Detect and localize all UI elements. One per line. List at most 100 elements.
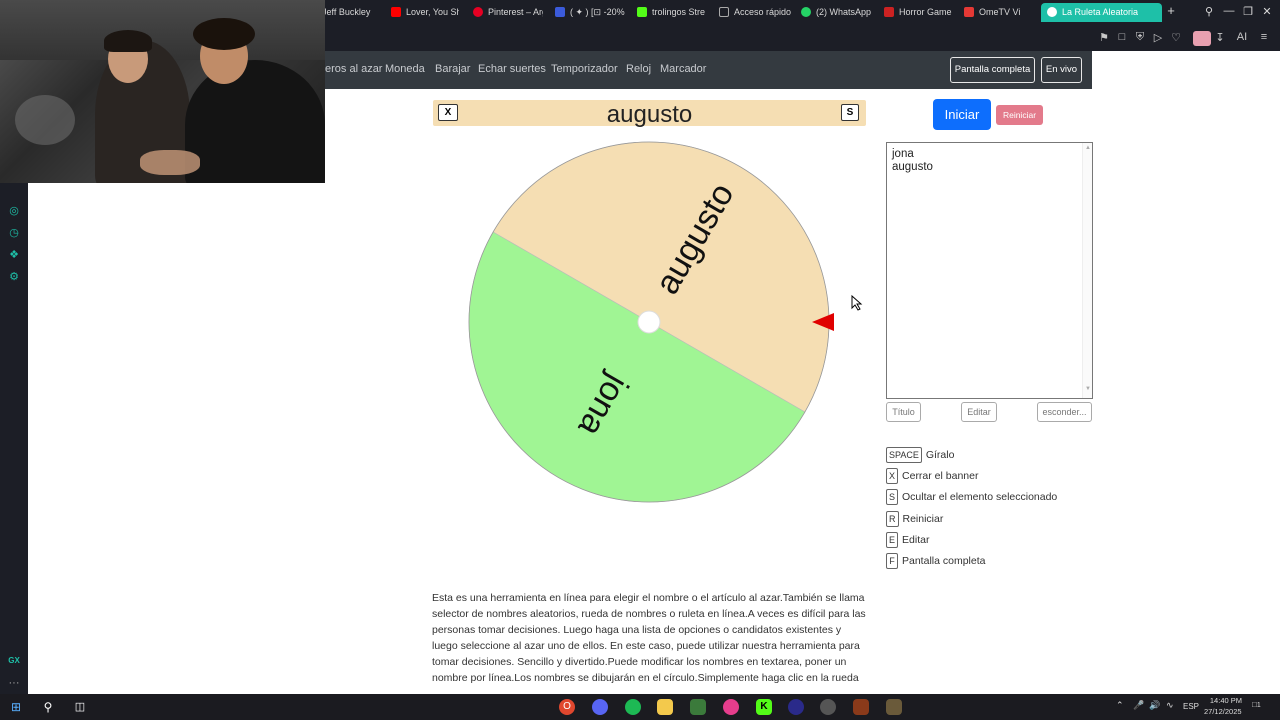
hide-selected-button[interactable]: S bbox=[841, 104, 859, 121]
tab-label: Lover, You Sh bbox=[406, 7, 459, 17]
winrar-icon[interactable] bbox=[853, 699, 869, 715]
scroll-down-icon[interactable]: ▼ bbox=[1085, 386, 1091, 392]
webcam-hands bbox=[140, 150, 200, 175]
language-indicator[interactable]: ESP bbox=[1183, 702, 1199, 711]
shortcut-label: Gíralo bbox=[925, 449, 955, 461]
more-icon[interactable]: ··· bbox=[6, 675, 22, 691]
shortcut-key: F bbox=[886, 553, 898, 569]
tab-label: Pinterest – Arg bbox=[488, 7, 543, 17]
mouse-cursor-icon bbox=[851, 294, 863, 311]
wheel-area: augusto jona bbox=[460, 132, 850, 510]
title-button[interactable]: Título bbox=[886, 402, 921, 422]
settings-gear-icon[interactable]: ⚙ bbox=[6, 269, 22, 285]
tab-kick-stream[interactable]: trolingos Stre bbox=[637, 3, 707, 22]
opera-gx-icon[interactable]: O bbox=[559, 699, 575, 715]
tab-pinterest[interactable]: Pinterest – Arg bbox=[473, 3, 543, 22]
shortcut-label: Ocultar el elemento seleccionado bbox=[902, 491, 1058, 503]
game-launcher-icon[interactable] bbox=[886, 699, 902, 715]
search-icon[interactable]: ⚲ bbox=[1202, 5, 1216, 18]
shortcut-x: X Cerrar el banner bbox=[886, 468, 978, 484]
tab-deal[interactable]: ( ✦ ) [⊡ -20% bbox=[555, 3, 625, 22]
close-window-icon[interactable]: ✕ bbox=[1260, 5, 1274, 18]
shortcut-key: R bbox=[886, 511, 899, 527]
clock-date[interactable]: 27/12/2025 bbox=[1204, 707, 1242, 716]
nav-reloj[interactable]: Reloj bbox=[626, 63, 651, 75]
discord-icon[interactable] bbox=[592, 699, 608, 715]
osu-icon[interactable] bbox=[723, 699, 739, 715]
tab-label: La Ruleta Aleatoria bbox=[1062, 7, 1139, 17]
volume-icon[interactable]: 🔊 bbox=[1149, 700, 1160, 711]
search-icon[interactable]: ⚲ bbox=[40, 699, 56, 715]
tab-acceso-rapido[interactable]: Acceso rápido bbox=[719, 3, 793, 22]
profile-avatar-icon[interactable] bbox=[1193, 31, 1211, 46]
shortcut-r: R Reiniciar bbox=[886, 511, 943, 527]
nav-numeros-al-azar[interactable]: eros al azar bbox=[325, 63, 382, 75]
task-view-icon[interactable]: ◫ bbox=[72, 699, 88, 715]
youtube-icon bbox=[391, 7, 401, 17]
steam-icon[interactable] bbox=[820, 699, 836, 715]
nav-barajar[interactable]: Barajar bbox=[435, 63, 470, 75]
grid-icon bbox=[719, 7, 729, 17]
menu-icon[interactable]: ≡ bbox=[1257, 31, 1271, 43]
microphone-icon[interactable]: 🎤 bbox=[1133, 700, 1144, 711]
player-icon[interactable]: ◎ bbox=[6, 203, 22, 219]
hide-button[interactable]: esconder... bbox=[1037, 402, 1092, 422]
scroll-up-icon[interactable]: ▲ bbox=[1085, 145, 1091, 151]
minimize-icon[interactable]: — bbox=[1222, 5, 1236, 17]
screenshot-icon[interactable]: □ bbox=[1115, 31, 1129, 43]
tool-description: Esta es una herramienta en línea para el… bbox=[432, 592, 866, 684]
nav-temporizador[interactable]: Temporizador bbox=[551, 63, 618, 75]
tab-jeff-buckley[interactable]: Jeff Buckley bbox=[322, 3, 382, 22]
shortcut-key: X bbox=[886, 468, 899, 484]
notifications-icon[interactable]: □1 bbox=[1252, 700, 1261, 709]
shortcut-label: Editar bbox=[902, 534, 930, 546]
nav-moneda[interactable]: Moneda bbox=[385, 63, 425, 75]
tray-chevron-icon[interactable]: ⌃ bbox=[1116, 700, 1124, 711]
restore-icon[interactable]: ❐ bbox=[1241, 5, 1255, 18]
ruleta-icon bbox=[1047, 7, 1057, 17]
play-icon[interactable]: ▷ bbox=[1151, 31, 1165, 44]
start-button[interactable]: Iniciar bbox=[933, 99, 991, 130]
windows-start-icon[interactable]: ⊞ bbox=[8, 699, 24, 715]
shield-icon[interactable]: ⛨ bbox=[1133, 31, 1147, 44]
gx-corner-icon[interactable]: GX bbox=[6, 653, 22, 669]
kick-icon[interactable]: K bbox=[756, 699, 772, 715]
history-icon[interactable]: ◷ bbox=[6, 225, 22, 241]
shortcut-key: SPACE bbox=[886, 447, 922, 463]
fullscreen-button[interactable]: Pantalla completa bbox=[950, 57, 1035, 83]
tab-lover-you-should[interactable]: Lover, You Sh bbox=[391, 3, 459, 22]
tab-label: Jeff Buckley bbox=[322, 7, 371, 17]
webcam-hair-left bbox=[104, 30, 152, 52]
tab-horror-game[interactable]: Horror Game bbox=[884, 3, 954, 22]
aria-ai-button[interactable]: AI bbox=[1231, 31, 1253, 43]
shortcut-label: Pantalla completa bbox=[902, 555, 986, 567]
tab-ometv[interactable]: OmeTV Vi bbox=[964, 3, 1034, 22]
new-tab-button[interactable]: + bbox=[1164, 3, 1178, 18]
shortcut-f: F Pantalla completa bbox=[886, 553, 985, 569]
textarea-scrollbar[interactable]: ▲ ▼ bbox=[1082, 143, 1092, 398]
spin-wheel[interactable]: augustojona bbox=[460, 132, 850, 510]
mail-icon bbox=[964, 7, 974, 17]
shortcut-label: Reiniciar bbox=[902, 513, 944, 525]
shortcut-space: SPACE Gíralo bbox=[886, 447, 954, 463]
file-explorer-icon[interactable] bbox=[657, 699, 673, 715]
network-icon[interactable]: ∿ bbox=[1166, 700, 1174, 711]
live-button[interactable]: En vivo bbox=[1041, 57, 1082, 83]
reset-button[interactable]: Reiniciar bbox=[996, 105, 1043, 125]
spotify-icon[interactable] bbox=[625, 699, 641, 715]
extensions-icon[interactable]: ❖ bbox=[6, 247, 22, 263]
minecraft-icon[interactable] bbox=[690, 699, 706, 715]
nav-marcador[interactable]: Marcador bbox=[660, 63, 706, 75]
heart-icon[interactable]: ♡ bbox=[1169, 31, 1183, 44]
tab-la-ruleta-aleatoria[interactable]: La Ruleta Aleatoria bbox=[1041, 3, 1162, 22]
tab-whatsapp[interactable]: (2) WhatsApp bbox=[801, 3, 873, 22]
pin-icon[interactable]: ⚑ bbox=[1097, 31, 1111, 44]
obs-icon[interactable] bbox=[788, 699, 804, 715]
clock-time[interactable]: 14:40 PM bbox=[1206, 696, 1242, 705]
download-icon[interactable]: ↧ bbox=[1213, 31, 1227, 44]
names-textarea[interactable] bbox=[886, 142, 1093, 399]
nav-echar-suertes[interactable]: Echar suertes bbox=[478, 63, 546, 75]
edit-button[interactable]: Editar bbox=[961, 402, 997, 422]
tab-label: Horror Game bbox=[899, 7, 952, 17]
tab-label: trolingos Stre bbox=[652, 7, 706, 17]
